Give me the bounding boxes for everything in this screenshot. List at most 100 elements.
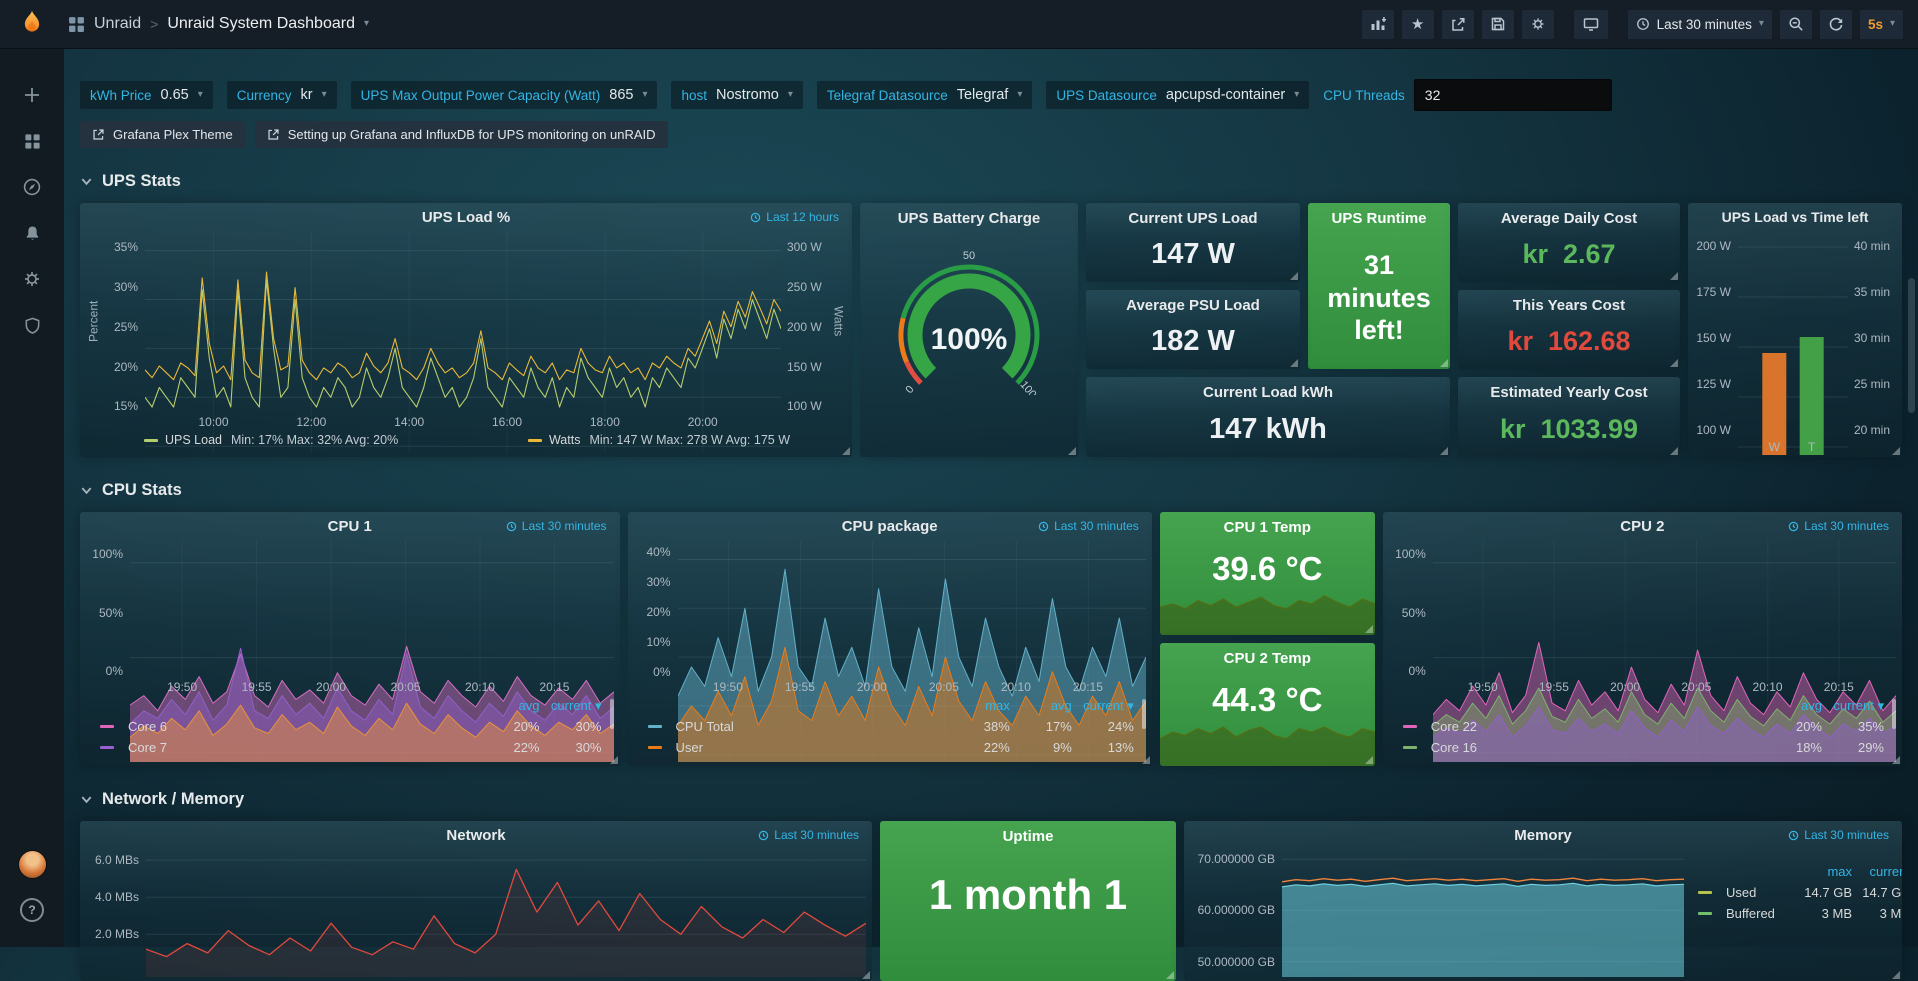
legend-item[interactable]: Used14.7 GB14.7 GB [1698,882,1902,903]
help-button[interactable]: ? [0,887,64,933]
panel-resize-handle[interactable] [1892,971,1900,979]
sidebar-explore-button[interactable] [0,164,64,210]
legend-series-name-cell[interactable]: User [648,740,948,755]
panel-title[interactable]: UPS Load vs Time left [1692,209,1898,225]
legend-column-max[interactable]: max [948,698,1010,713]
legend-item[interactable]: User22%9%13% [648,737,1134,758]
panel-resize-handle[interactable] [1142,756,1150,764]
user-avatar[interactable] [0,841,64,887]
legend-item[interactable]: Core 722%30% [100,737,602,758]
panel-title[interactable]: CPU 2 Temp [1160,643,1375,667]
panel-resize-handle[interactable] [862,971,870,979]
sidebar-server-admin-button[interactable] [0,302,64,348]
legend-column-current[interactable]: current ▾ [1822,698,1884,714]
legend-series-name-cell[interactable]: Core 6 [100,719,478,734]
refresh-interval-button[interactable]: 5s ▾ [1859,9,1904,40]
page-scrollbar-thumb[interactable] [1908,278,1915,413]
panel-title[interactable]: Average Daily Cost [1458,203,1680,227]
panel-title[interactable]: Network [86,827,866,844]
legend-column-current[interactable]: current ▾ [1072,698,1134,714]
legend-scrollbar-thumb[interactable] [1892,699,1896,729]
grafana-logo[interactable] [0,0,64,48]
panel-title[interactable]: This Years Cost [1458,290,1680,314]
panel-resize-handle[interactable] [1068,447,1076,455]
panel-resize-handle[interactable] [1892,756,1900,764]
panel-resize-handle[interactable] [1290,359,1298,367]
legend-column-avg[interactable]: avg [1010,698,1072,713]
dashboard-settings-button[interactable] [1521,9,1555,40]
legend-column-current[interactable]: current ▾ [540,698,602,714]
save-button[interactable] [1481,9,1515,40]
variable-value[interactable]: kr [301,87,313,103]
legend-column-avg[interactable]: avg [1760,698,1822,713]
variable-value[interactable]: 865 [609,87,633,103]
panel-time-override[interactable]: Last 30 minutes [1038,519,1139,533]
panel-resize-handle[interactable] [1290,272,1298,280]
section-header-ups-stats[interactable]: UPS Stats [80,172,1902,191]
panel-time-override[interactable]: Last 30 minutes [506,519,607,533]
panel-resize-handle[interactable] [842,447,850,455]
panel-title[interactable]: UPS Runtime [1308,203,1450,227]
panel-resize-handle[interactable] [1670,359,1678,367]
panel-title[interactable]: Current UPS Load [1086,203,1300,227]
legend-column-avg[interactable]: avg [478,698,540,713]
legend-column-max[interactable]: max [1794,864,1852,879]
share-button[interactable] [1441,9,1475,40]
star-button[interactable]: ★ [1401,9,1435,40]
link-grafana-plex-theme[interactable]: Grafana Plex Theme [80,121,245,148]
variable-value[interactable]: 0.65 [161,87,189,103]
panel-resize-handle[interactable] [1365,625,1373,633]
panel-title[interactable]: UPS Load % [86,209,846,226]
legend-scrollbar-thumb[interactable] [610,699,614,729]
cycle-view-button[interactable] [1573,9,1609,40]
panel-time-override[interactable]: Last 30 minutes [1788,828,1889,842]
variable-telegraf-datasource[interactable]: Telegraf Datasource Telegraf ▾ [817,81,1032,109]
panel-resize-handle[interactable] [610,756,618,764]
breadcrumb-dashboard-title[interactable]: Unraid System Dashboard [167,15,355,33]
add-panel-button[interactable] [1361,9,1395,40]
legend-item[interactable]: Core 1618%29% [1403,737,1884,758]
section-header-network-memory[interactable]: Network / Memory [80,790,1902,809]
sidebar-dashboards-button[interactable] [0,118,64,164]
breadcrumb-app[interactable]: Unraid [94,15,141,33]
legend-series-name-cell[interactable]: Core 7 [100,740,478,755]
variable-value[interactable]: Telegraf [957,87,1009,103]
legend-item[interactable]: CPU Total38%17%24% [648,716,1134,737]
sidebar-configuration-button[interactable] [0,256,64,302]
panel-resize-handle[interactable] [1440,447,1448,455]
panel-resize-handle[interactable] [1670,272,1678,280]
section-header-cpu-stats[interactable]: CPU Stats [80,481,1902,500]
panel-resize-handle[interactable] [1670,447,1678,455]
panel-title[interactable]: Average PSU Load [1086,290,1300,314]
cpu-threads-input[interactable] [1414,79,1612,111]
legend-series-name-cell[interactable]: Core 16 [1403,740,1760,755]
panel-resize-handle[interactable] [1892,447,1900,455]
time-range-button[interactable]: Last 30 minutes ▾ [1627,9,1773,40]
link-ups-monitoring-guide[interactable]: Setting up Grafana and InfluxDB for UPS … [255,121,668,148]
variable-currency[interactable]: Currency kr ▾ [227,81,337,109]
panel-resize-handle[interactable] [1166,971,1174,979]
refresh-button[interactable] [1819,9,1853,40]
sidebar-alerting-button[interactable] [0,210,64,256]
panel-resize-handle[interactable] [1440,359,1448,367]
legend-scrollbar-thumb[interactable] [1142,699,1146,729]
legend-series-name-cell[interactable]: Core 22 [1403,719,1760,734]
variable-ups-datasource[interactable]: UPS Datasource apcupsd-container ▾ [1046,81,1309,109]
panel-time-override[interactable]: Last 30 minutes [1788,519,1889,533]
panel-title[interactable]: Uptime [880,821,1176,845]
panel-time-override[interactable]: Last 30 minutes [758,828,859,842]
sidebar-create-button[interactable] [0,72,64,118]
legend-series-name-cell[interactable]: Buffered [1698,906,1794,921]
variable-ups-max-output[interactable]: UPS Max Output Power Capacity (Watt) 865… [351,81,658,109]
panel-title[interactable]: CPU 1 Temp [1160,512,1375,536]
zoom-out-button[interactable] [1779,9,1813,40]
panel-resize-handle[interactable] [1365,756,1373,764]
legend-item[interactable]: Buffered3 MB3 MB [1698,903,1902,924]
variable-host[interactable]: host Nostromo ▾ [671,81,802,109]
panel-title[interactable]: Estimated Yearly Cost [1458,377,1680,401]
variable-value[interactable]: apcupsd-container [1166,87,1285,103]
panel-time-override[interactable]: Last 12 hours [750,210,839,224]
variable-value[interactable]: Nostromo [716,87,779,103]
legend-item[interactable]: Core 2220%35% [1403,716,1884,737]
legend-series-name-cell[interactable]: Used [1698,885,1794,900]
